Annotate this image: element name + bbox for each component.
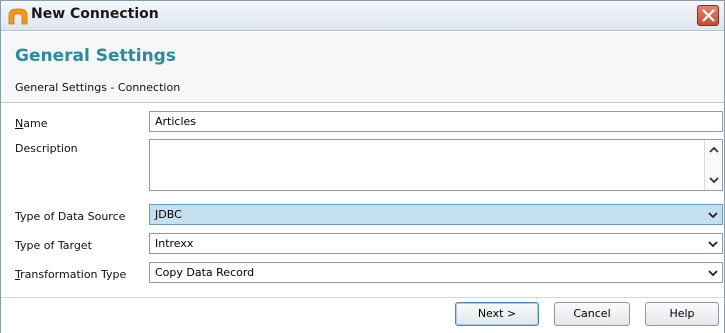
target-select[interactable]: Intrexx	[149, 233, 723, 254]
target-value: Intrexx	[155, 237, 194, 250]
name-label-mnemonic: N	[15, 117, 24, 130]
transformation-label: Transformation Type	[15, 268, 126, 281]
name-label-rest: ame	[23, 117, 48, 130]
page-header: General Settings General Settings - Conn…	[1, 32, 724, 103]
data-source-value: JDBC	[155, 208, 182, 221]
scroll-up-icon[interactable]	[707, 143, 721, 157]
window-title: New Connection	[31, 6, 159, 22]
description-textarea[interactable]	[149, 139, 723, 191]
transformation-label-rest: ransformation Type	[20, 268, 127, 281]
cancel-button[interactable]: Cancel	[554, 302, 630, 326]
close-icon	[702, 9, 715, 22]
page-subtitle: General Settings - Connection	[15, 81, 181, 94]
close-button[interactable]	[697, 5, 719, 26]
description-scrollbar[interactable]	[704, 140, 722, 190]
chevron-down-icon	[708, 241, 718, 248]
new-connection-dialog: New Connection General Settings General …	[0, 0, 725, 333]
page-title: General Settings	[15, 46, 176, 66]
data-source-select[interactable]: JDBC	[149, 204, 723, 225]
help-button[interactable]: Help	[645, 302, 719, 326]
transformation-value: Copy Data Record	[155, 266, 255, 279]
name-label: Name	[15, 117, 47, 130]
name-input[interactable]	[149, 111, 723, 132]
description-label: Description	[15, 142, 78, 155]
chevron-down-icon	[708, 212, 718, 219]
title-bar[interactable]: New Connection	[1, 1, 724, 31]
intrexx-logo-icon	[8, 8, 28, 25]
transformation-select[interactable]: Copy Data Record	[149, 262, 723, 283]
chevron-down-icon	[708, 270, 718, 277]
next-button[interactable]: Next >	[455, 302, 539, 326]
data-source-label: Type of Data Source	[15, 210, 126, 223]
target-label: Type of Target	[15, 239, 92, 252]
scroll-down-icon[interactable]	[707, 173, 721, 187]
